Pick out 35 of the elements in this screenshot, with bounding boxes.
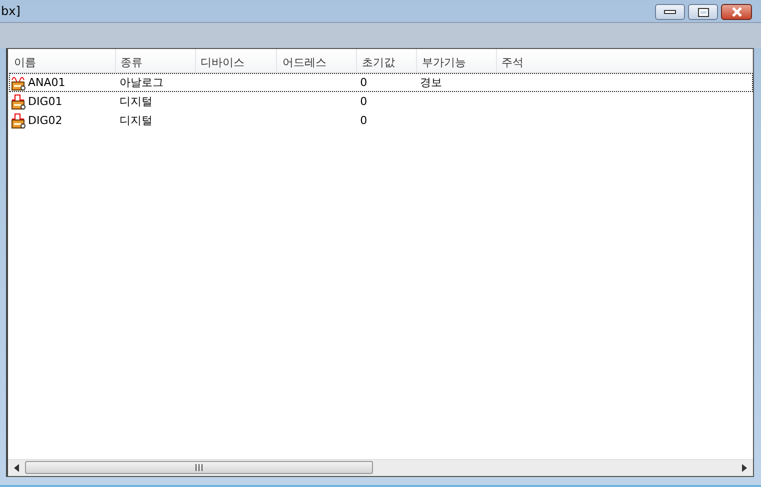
column-header[interactable]: 이름: [9, 49, 116, 72]
column-header[interactable]: 초기값: [357, 49, 417, 72]
maximize-button[interactable]: [688, 4, 718, 20]
window-title: bx]: [0, 4, 22, 18]
table-cell: 디지털: [119, 95, 152, 108]
minimize-button[interactable]: [655, 4, 685, 20]
horizontal-scrollbar[interactable]: [8, 459, 753, 476]
column-header[interactable]: 어드레스: [277, 49, 358, 72]
analog-tag-icon: [11, 74, 27, 90]
table-cell: ANA01: [28, 76, 66, 89]
column-header[interactable]: 부가기능: [416, 49, 497, 72]
grip-icon: [195, 464, 203, 471]
close-button[interactable]: [721, 4, 752, 20]
table-row[interactable]: ANA01 아날로그 0 경보: [9, 73, 753, 92]
table-cell: 0: [360, 95, 368, 108]
digital-tag-icon: [11, 112, 27, 128]
minimize-icon: [664, 10, 676, 14]
digital-tag-icon: [11, 94, 27, 110]
table-cell: 0: [360, 114, 368, 127]
maximize-icon: [698, 8, 708, 16]
table-row[interactable]: DIG02 디지털 0: [9, 111, 753, 130]
table-cell: 경보: [420, 76, 442, 89]
column-header[interactable]: 주석: [496, 49, 754, 72]
table-cell: 아날로그: [119, 76, 164, 89]
table-cell: DIG01: [28, 95, 62, 108]
table-cell: 디지털: [119, 114, 152, 127]
table-cell: DIG02: [28, 114, 62, 127]
table-cell: 0: [360, 76, 368, 89]
column-header[interactable]: 디바이스: [196, 49, 278, 72]
scroll-left-icon[interactable]: [14, 464, 19, 472]
table-row[interactable]: DIG01 디지털 0: [9, 92, 753, 111]
column-header[interactable]: 종류: [116, 49, 196, 72]
close-icon: [730, 7, 742, 17]
scroll-right-icon[interactable]: [742, 464, 747, 472]
scrollbar-thumb[interactable]: [25, 461, 373, 474]
